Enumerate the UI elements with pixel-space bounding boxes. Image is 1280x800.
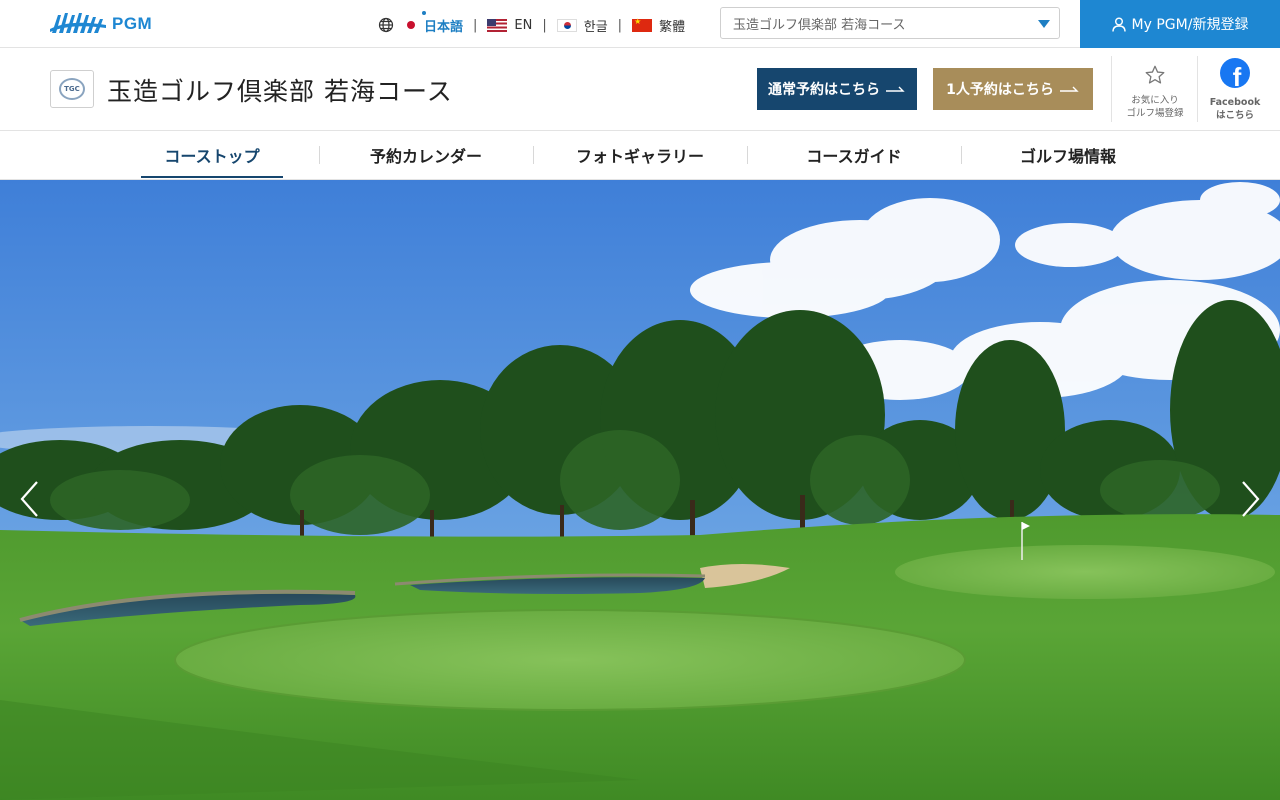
course-select-value: 玉造ゴルフ倶楽部 若海コース [733, 17, 906, 33]
lang-label: 한글 [583, 19, 608, 35]
nav-golf-course-info[interactable]: ゴルフ場情報 [961, 131, 1175, 179]
jp-flag-icon [404, 19, 417, 32]
top-bar: PGM 日本語 | EN | 한글 | ★ 繁體 玉造ゴルフ倶楽部 若海コース … [0, 0, 1280, 48]
hero-slider [0, 180, 1280, 800]
facebook-link[interactable]: f Facebook はこちら [1198, 58, 1272, 122]
lang-label: 繁體 [659, 19, 686, 35]
cn-flag-icon [632, 17, 653, 32]
hero-golf-course-image [0, 180, 1280, 800]
language-switcher: 日本語 | EN | 한글 | 繁體 [378, 10, 685, 35]
lang-korean[interactable]: 한글 [556, 16, 608, 35]
lang-label: EN [514, 17, 533, 33]
favorite-label-line1: お気に入り [1131, 95, 1179, 106]
course-nav: コーストップ 予約カレンダー フォトギャラリー コースガイド ゴルフ場情報 [0, 131, 1280, 180]
lang-japanese[interactable]: 日本語 [404, 10, 464, 35]
pgm-wave-logo-icon [50, 13, 106, 33]
tgc-emblem-icon: TGC [59, 78, 85, 100]
slider-next-arrow-icon[interactable] [1238, 480, 1262, 518]
normal-reservation-button[interactable]: 通常予約はこちら [757, 68, 917, 110]
course-title: 玉造ゴルフ倶楽部 若海コース [107, 77, 453, 106]
nav-photo-gallery[interactable]: フォトギャラリー [533, 131, 747, 179]
active-indicator [422, 10, 426, 15]
kr-flag-icon [556, 18, 577, 32]
favorite-course-button[interactable]: お気に入り ゴルフ場登録 [1112, 62, 1198, 120]
user-icon [1111, 17, 1126, 32]
pgm-logo[interactable]: PGM [50, 8, 152, 40]
favorite-label-line2: ゴルフ場登録 [1126, 108, 1184, 119]
lang-traditional-chinese[interactable]: 繁體 [632, 16, 685, 35]
solo-reservation-label: 1人予約はこちら [946, 82, 1054, 98]
slider-prev-arrow-icon[interactable] [18, 480, 42, 518]
nav-course-guide[interactable]: コースガイド [747, 131, 961, 179]
course-header: TGC 玉造ゴルフ倶楽部 若海コース 通常予約はこちら 1人予約はこちら お気に… [0, 48, 1280, 131]
lang-english[interactable]: EN [487, 18, 532, 33]
lang-separator: | [617, 17, 623, 33]
nav-reservation-calendar[interactable]: 予約カレンダー [319, 131, 533, 179]
solo-reservation-button[interactable]: 1人予約はこちら [933, 68, 1093, 110]
arrow-right-icon [1059, 86, 1079, 92]
lang-label: 日本語 [424, 19, 464, 35]
globe-icon [378, 17, 394, 33]
course-emblem-logo: TGC [50, 70, 94, 108]
us-flag-icon [487, 18, 508, 32]
my-pgm-label: My PGM/新規登録 [1131, 17, 1249, 33]
my-pgm-register-button[interactable]: My PGM/新規登録 [1080, 0, 1280, 48]
lang-separator: | [542, 17, 547, 33]
logo-text: PGM [112, 14, 153, 33]
normal-reservation-label: 通常予約はこちら [768, 82, 880, 98]
lang-separator: | [473, 17, 478, 33]
caret-down-icon [1038, 20, 1050, 28]
course-select-dropdown[interactable]: 玉造ゴルフ倶楽部 若海コース [720, 7, 1060, 39]
facebook-label-line2: はこちら [1215, 110, 1254, 121]
nav-course-top[interactable]: コーストップ [105, 131, 319, 179]
facebook-label-line1: Facebook [1209, 97, 1261, 108]
arrow-right-icon [886, 86, 905, 92]
facebook-icon: f [1220, 58, 1250, 88]
star-icon [1145, 65, 1165, 84]
